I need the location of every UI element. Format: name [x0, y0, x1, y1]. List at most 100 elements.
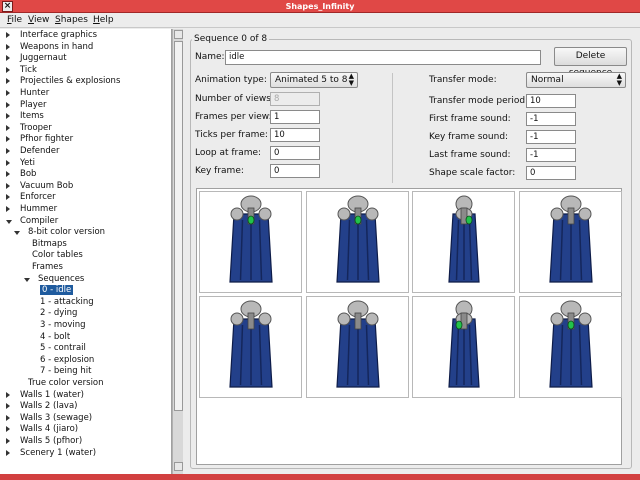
collapsed-triangle-icon[interactable] — [6, 78, 10, 85]
tree-item[interactable]: True color version — [14, 378, 104, 390]
frame-cell[interactable] — [412, 191, 515, 293]
tree-item-label: Scenery 1 (water) — [20, 447, 97, 458]
collapsed-triangle-icon[interactable] — [6, 438, 10, 444]
collapsed-triangle-icon[interactable] — [6, 449, 10, 456]
key-frame-sound-field[interactable]: -1 — [526, 130, 576, 144]
tree-item-selected[interactable]: 0 - idle — [32, 285, 74, 297]
tree-item[interactable]: Scenery 1 (water) — [6, 448, 96, 460]
collection-tree[interactable]: Interface graphics Weapons in hand Juggern… — [0, 29, 172, 474]
tree-item[interactable]: Items — [6, 111, 44, 123]
tree-item[interactable]: 3 - moving — [32, 320, 86, 332]
tree-item[interactable]: Bitmaps — [24, 239, 67, 251]
tree-item[interactable]: 4 - bolt — [32, 332, 70, 344]
frame-cell[interactable] — [305, 296, 409, 398]
tree-item[interactable]: Yeti — [6, 158, 35, 170]
expanded-triangle-icon[interactable] — [24, 277, 30, 282]
tree-item[interactable]: Frames — [24, 262, 63, 274]
tree-item[interactable]: 8-bit color version — [14, 227, 105, 239]
tree-item[interactable]: Interface graphics — [6, 30, 97, 42]
scroll-up-arrow-icon[interactable] — [174, 30, 183, 39]
tree-item[interactable]: Hunter — [6, 88, 49, 100]
tree-item[interactable]: Bob — [6, 169, 36, 181]
menu-bar: File View Shapes Help — [0, 13, 640, 28]
frames-per-view-field[interactable]: 1 — [270, 110, 320, 124]
tree-item[interactable]: Juggernaut — [6, 53, 67, 65]
collapsed-triangle-icon[interactable] — [6, 90, 10, 96]
tree-item[interactable]: Walls 4 (jiaro) — [6, 424, 78, 436]
tree-item[interactable]: Walls 3 (sewage) — [6, 413, 92, 425]
tree-item[interactable]: Trooper — [6, 123, 52, 135]
tree-item[interactable]: 6 - explosion — [32, 355, 94, 367]
tree-item[interactable]: 2 - dying — [32, 308, 77, 320]
collapsed-triangle-icon[interactable] — [6, 113, 10, 120]
tree-item[interactable]: Weapons in hand — [6, 42, 93, 54]
expanded-triangle-icon[interactable] — [6, 219, 12, 224]
collapsed-triangle-icon[interactable] — [6, 206, 10, 212]
expanded-triangle-icon[interactable] — [14, 231, 20, 236]
tree-item[interactable]: Walls 2 (lava) — [6, 401, 77, 413]
tree-item[interactable]: Color tables — [24, 250, 83, 262]
tree-item[interactable]: Projectiles & explosions — [6, 76, 120, 88]
scroll-down-arrow-icon[interactable] — [174, 462, 183, 471]
menu-shapes[interactable]: Shapes — [55, 14, 88, 27]
tree-item[interactable]: Enforcer — [6, 192, 56, 204]
frames-per-view-label: Frames per view: — [195, 112, 272, 122]
collapsed-triangle-icon[interactable] — [6, 391, 10, 398]
collapsed-triangle-icon[interactable] — [6, 171, 10, 178]
collapsed-triangle-icon[interactable] — [6, 403, 10, 410]
frame-cell[interactable] — [412, 296, 515, 398]
ticks-per-frame-label: Ticks per frame: — [195, 130, 268, 140]
frame-cell[interactable] — [518, 191, 622, 293]
tree-scrollbar[interactable] — [172, 29, 183, 474]
name-field[interactable]: idle — [225, 50, 541, 65]
frame-cell[interactable] — [199, 191, 302, 293]
collapsed-triangle-icon[interactable] — [6, 32, 10, 38]
collapsed-triangle-icon[interactable] — [6, 426, 10, 433]
transfer-mode-period-field[interactable]: 10 — [526, 94, 576, 108]
collapsed-triangle-icon[interactable] — [6, 43, 10, 50]
tree-item[interactable]: Compiler — [6, 216, 58, 228]
first-frame-sound-field[interactable]: -1 — [526, 112, 576, 126]
collapsed-triangle-icon[interactable] — [6, 159, 10, 166]
shape-scale-factor-field[interactable]: 0 — [526, 166, 576, 180]
collapsed-triangle-icon[interactable] — [6, 101, 10, 108]
tree-item[interactable]: Pfhor fighter — [6, 134, 73, 146]
frame-cell[interactable] — [199, 296, 302, 398]
tree-item[interactable]: Walls 1 (water) — [6, 390, 84, 402]
tree-item[interactable]: Defender — [6, 146, 60, 158]
collapsed-triangle-icon[interactable] — [6, 136, 10, 143]
collapsed-triangle-icon[interactable] — [6, 414, 10, 421]
tree-item[interactable]: Player — [6, 100, 46, 112]
sequence-panel: Sequence 0 of 8 Name: idle Delete sequen… — [184, 29, 640, 475]
close-icon[interactable]: × — [2, 1, 13, 12]
transfer-mode-select[interactable]: Normal ▲ ▼ — [526, 72, 626, 88]
collapsed-triangle-icon[interactable] — [6, 182, 10, 189]
frame-cell[interactable] — [518, 296, 622, 398]
menu-view[interactable]: View — [28, 14, 49, 27]
tree-item[interactable]: Walls 5 (pfhor) — [6, 436, 82, 448]
tree-item[interactable]: 5 - contrail — [32, 343, 86, 355]
collapsed-triangle-icon[interactable] — [6, 124, 10, 131]
tree-item[interactable]: 1 - attacking — [32, 297, 94, 309]
loop-at-frame-field[interactable]: 0 — [270, 146, 320, 160]
collapsed-triangle-icon[interactable] — [6, 66, 10, 73]
last-frame-sound-field[interactable]: -1 — [526, 148, 576, 162]
compiler-sprite-icon — [548, 300, 593, 388]
animation-type-select[interactable]: Animated 5 to 8 ▲ ▼ — [270, 72, 358, 88]
ticks-per-frame-field[interactable]: 10 — [270, 128, 320, 142]
menu-file[interactable]: File — [7, 14, 22, 27]
tree-item[interactable]: 7 - being hit — [32, 366, 91, 378]
tree-item[interactable]: Vacuum Bob — [6, 181, 73, 193]
tree-item-label: 8-bit color version — [28, 227, 106, 238]
collapsed-triangle-icon[interactable] — [6, 194, 10, 201]
tree-item[interactable]: Hummer — [6, 204, 57, 216]
delete-sequence-button[interactable]: Delete sequence — [554, 47, 627, 78]
collapsed-triangle-icon[interactable] — [6, 55, 10, 62]
tree-item[interactable]: Tick — [6, 65, 37, 77]
scroll-thumb[interactable] — [174, 41, 183, 411]
frame-cell[interactable] — [305, 191, 409, 293]
menu-help[interactable]: Help — [93, 14, 114, 27]
tree-item[interactable]: Sequences — [24, 274, 84, 286]
key-frame-field[interactable]: 0 — [270, 164, 320, 178]
collapsed-triangle-icon[interactable] — [6, 148, 10, 154]
